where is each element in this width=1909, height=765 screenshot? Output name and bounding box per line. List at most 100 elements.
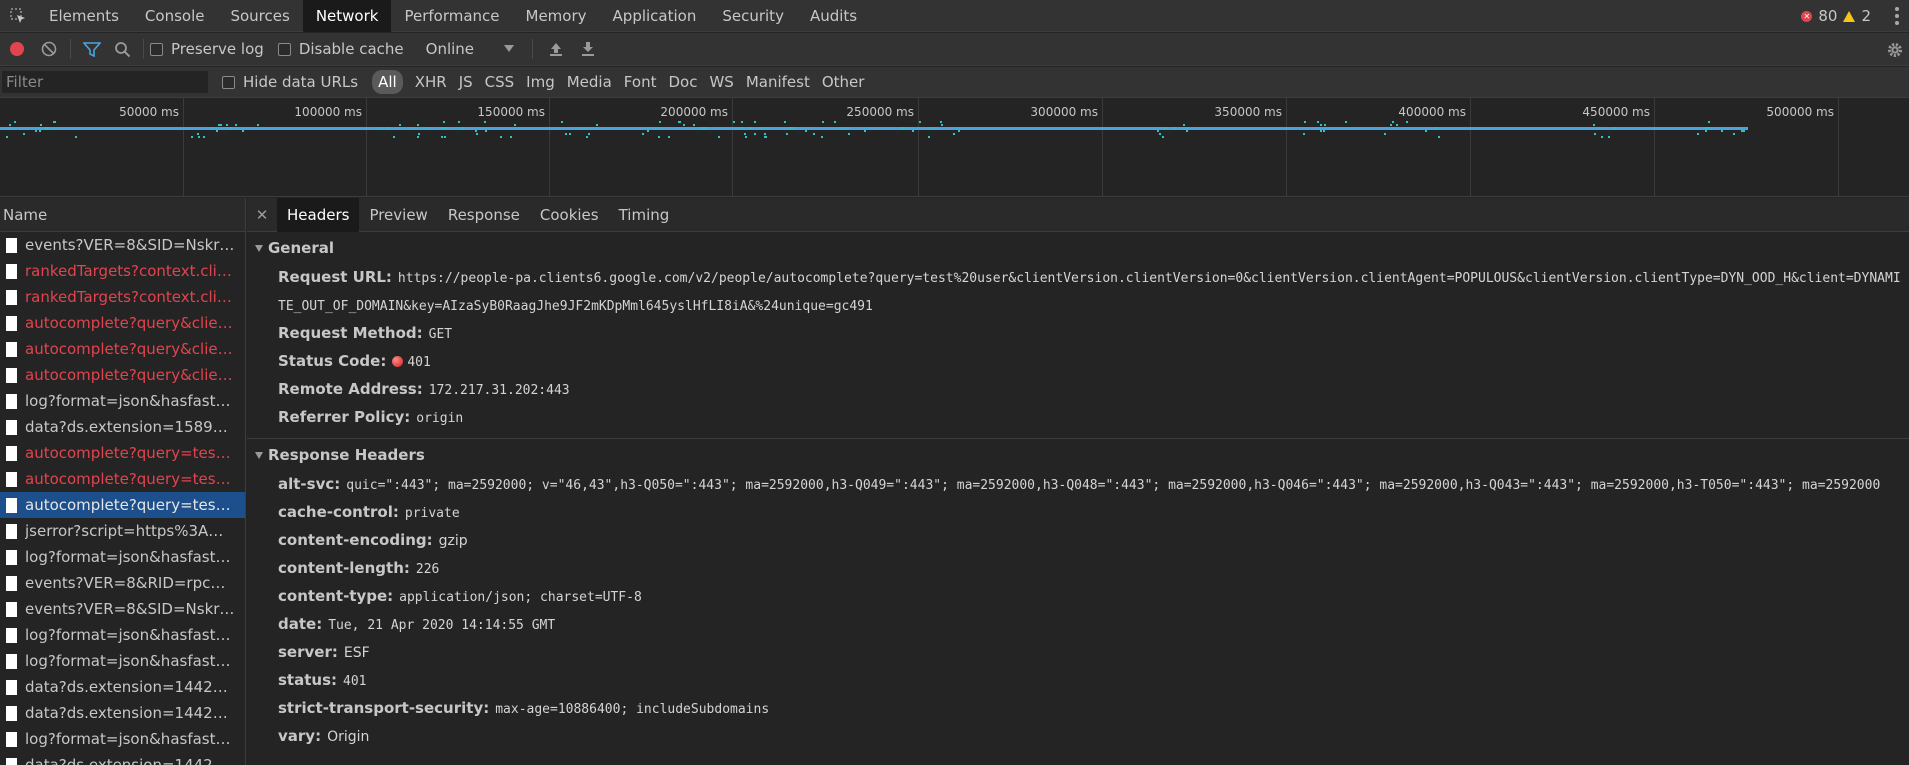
filter-type-other[interactable]: Other — [816, 70, 871, 94]
name-column-header[interactable]: Name — [0, 198, 245, 232]
filter-type-js[interactable]: JS — [453, 70, 479, 94]
file-icon — [6, 757, 17, 765]
tab-memory[interactable]: Memory — [513, 0, 600, 32]
request-list: events?VER=8&SID=NskrkxAV... rankedTarget… — [0, 232, 245, 765]
tab-response[interactable]: Response — [438, 198, 530, 232]
tab-sources[interactable]: Sources — [217, 0, 302, 32]
close-details-icon[interactable]: ✕ — [247, 206, 277, 224]
timeline-request-mark — [475, 130, 477, 132]
request-row[interactable]: data?ds.extension=144223262... — [0, 700, 245, 726]
request-row[interactable]: events?VER=8&RID=rpc&SID... — [0, 570, 245, 596]
request-name: autocomplete?query&clientVe... — [25, 366, 235, 384]
filter-type-manifest[interactable]: Manifest — [740, 70, 816, 94]
request-row[interactable]: rankedTargets?context.clientV... — [0, 284, 245, 310]
inspect-element-button[interactable] — [0, 0, 36, 32]
filter-type-all[interactable]: All — [372, 70, 403, 94]
request-row[interactable]: jserror?script=https%3A%2F%... — [0, 518, 245, 544]
request-row[interactable]: autocomplete?query=test%20... — [0, 492, 245, 518]
tab-preview[interactable]: Preview — [359, 198, 437, 232]
request-row[interactable]: log?format=json&hasfast=tru... — [0, 648, 245, 674]
hide-data-urls-checkbox[interactable]: Hide data URLs — [222, 73, 358, 91]
tab-timing[interactable]: Timing — [609, 198, 680, 232]
throttling-select[interactable]: Online — [418, 40, 515, 58]
request-row[interactable]: events?VER=8&SID=NskrkxAV... — [0, 232, 245, 258]
filter-input[interactable] — [2, 71, 208, 93]
tab-audits[interactable]: Audits — [797, 0, 870, 32]
request-row[interactable]: log?format=json&hasfast=tru... — [0, 388, 245, 414]
request-name: log?format=json&hasfast=tru... — [25, 652, 235, 670]
request-row[interactable]: autocomplete?query&clientVe... — [0, 310, 245, 336]
filter-type-xhr[interactable]: XHR — [409, 70, 453, 94]
request-row[interactable]: log?format=json&hasfast=tru... — [0, 726, 245, 752]
timeline-request-mark — [565, 133, 567, 135]
timeline-request-mark — [953, 133, 955, 135]
request-row[interactable]: rankedTargets?context.clientV... — [0, 258, 245, 284]
filter-type-font[interactable]: Font — [618, 70, 663, 94]
clear-button[interactable] — [34, 33, 64, 66]
request-name: log?format=json&hasfast=tru... — [25, 626, 235, 644]
preserve-log-box[interactable] — [150, 42, 163, 56]
preserve-log-checkbox[interactable]: Preserve log — [150, 40, 264, 58]
tab-application[interactable]: Application — [600, 0, 710, 32]
issue-counters[interactable]: ✕ 80 2 — [1801, 0, 1871, 32]
tab-elements[interactable]: Elements — [36, 0, 132, 32]
header-key: Remote Address: — [278, 380, 423, 398]
timeline-request-mark — [1705, 130, 1707, 132]
filter-type-ws[interactable]: WS — [703, 70, 739, 94]
network-overview-timeline[interactable]: 50000 ms 100000 ms 150000 ms 200000 ms 2… — [0, 98, 1909, 197]
request-row[interactable]: data?ds.extension=144223262... — [0, 674, 245, 700]
timeline-request-mark — [230, 127, 232, 129]
toolbar-divider — [70, 39, 71, 59]
filter-type-media[interactable]: Media — [561, 70, 618, 94]
disable-cache-checkbox[interactable]: Disable cache — [277, 40, 404, 58]
response-header-row: content-type: application/json; charset=U… — [247, 583, 1909, 611]
record-button[interactable] — [0, 33, 34, 66]
filter-type-img[interactable]: Img — [520, 70, 561, 94]
throttling-value: Online — [425, 40, 475, 58]
general-section-header[interactable]: General — [247, 232, 1909, 264]
request-row[interactable]: autocomplete?query&clientVe... — [0, 362, 245, 388]
request-row[interactable]: autocomplete?query&clientVe... — [0, 336, 245, 362]
devtools-main-tabbar: Elements Console Sources Network Perform… — [0, 0, 1909, 32]
filter-type-doc[interactable]: Doc — [662, 70, 703, 94]
request-row[interactable]: autocomplete?query=tes&clie... — [0, 440, 245, 466]
timeline-tick-label: 100000 ms — [294, 105, 362, 119]
import-har-button[interactable] — [539, 33, 573, 66]
timeline-tick-label: 250000 ms — [846, 105, 914, 119]
filter-toggle-button[interactable] — [77, 33, 107, 66]
gear-icon — [1888, 42, 1902, 57]
tab-cookies[interactable]: Cookies — [530, 198, 609, 232]
request-row[interactable]: events?VER=8&SID=NskrkxAV... — [0, 596, 245, 622]
request-row[interactable]: log?format=json&hasfast=tru... — [0, 622, 245, 648]
response-headers-header[interactable]: Response Headers — [247, 439, 1909, 471]
more-options-icon[interactable] — [1895, 7, 1899, 25]
timeline-request-mark — [6, 136, 8, 138]
disable-cache-box[interactable] — [277, 42, 291, 56]
request-name: data?ds.extension=144223262... — [25, 704, 235, 722]
export-har-button[interactable] — [573, 33, 603, 66]
tab-security[interactable]: Security — [709, 0, 797, 32]
tab-performance[interactable]: Performance — [391, 0, 512, 32]
header-value: 401 — [343, 674, 367, 689]
tab-console[interactable]: Console — [132, 0, 218, 32]
request-row[interactable]: log?format=json&hasfast=tru... — [0, 544, 245, 570]
timeline-request-mark — [704, 127, 706, 129]
hide-data-urls-label: Hide data URLs — [243, 73, 359, 91]
request-name: data?ds.extension=144223262... — [25, 756, 235, 765]
timeline-request-mark — [764, 133, 766, 135]
error-count: 80 — [1818, 7, 1838, 25]
hide-data-urls-box[interactable] — [222, 75, 235, 89]
request-row[interactable]: data?ds.extension=158927735... — [0, 414, 245, 440]
network-settings-button[interactable] — [1883, 33, 1907, 66]
tab-headers[interactable]: Headers — [277, 198, 360, 232]
tab-network[interactable]: Network — [302, 0, 392, 32]
expand-triangle-icon — [255, 451, 263, 459]
request-row[interactable]: data?ds.extension=144223262... — [0, 752, 245, 765]
timeline-request-mark — [1705, 127, 1707, 129]
file-icon — [6, 679, 17, 695]
request-row[interactable]: autocomplete?query=test&cli... — [0, 466, 245, 492]
filter-type-css[interactable]: CSS — [479, 70, 521, 94]
timeline-request-mark — [45, 127, 47, 129]
search-button[interactable] — [107, 33, 137, 66]
request-name: events?VER=8&RID=rpc&SID... — [25, 574, 235, 592]
